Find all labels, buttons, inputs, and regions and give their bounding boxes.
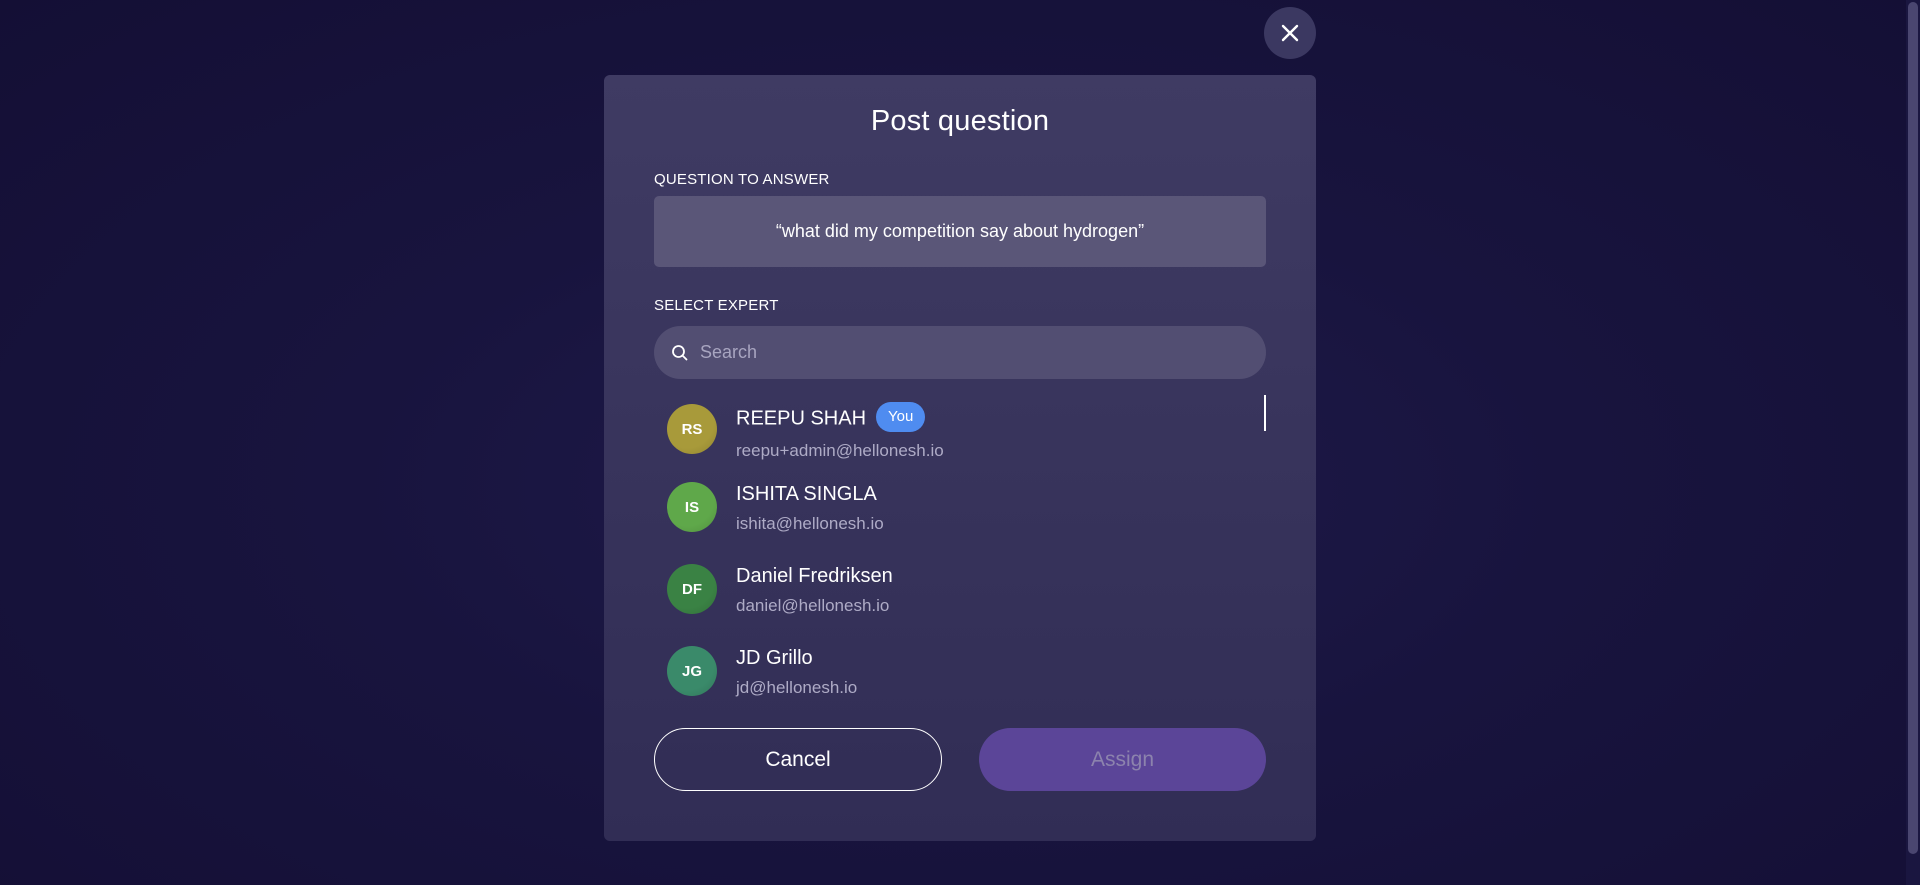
post-question-modal: Post question QUESTION TO ANSWER “what d…: [604, 75, 1316, 841]
expert-name: Daniel Fredriksen: [736, 565, 893, 587]
expert-email: reepu+admin@hellonesh.io: [736, 441, 944, 460]
search-icon: [670, 343, 690, 363]
expert-list[interactable]: RS REEPU SHAH You reepu+admin@hellonesh.i…: [654, 395, 1266, 697]
expert-name: JD Grillo: [736, 647, 813, 669]
expert-email: jd@hellonesh.io: [736, 678, 858, 697]
expert-item-ishita-singla[interactable]: IS ISHITA SINGLA ishita@hellonesh.io: [654, 477, 1254, 547]
expert-name: ISHITA SINGLA: [736, 483, 877, 505]
expert-email: daniel@hellonesh.io: [736, 596, 890, 615]
avatar: JG: [667, 646, 717, 696]
question-label: QUESTION TO ANSWER: [654, 171, 830, 188]
question-text: “what did my competition say about hydro…: [775, 221, 1145, 241]
expert-email: ishita@hellonesh.io: [736, 514, 884, 533]
expert-name: REEPU SHAH You: [736, 402, 926, 434]
modal-title: Post question: [870, 105, 1050, 137]
expert-search-box[interactable]: [654, 326, 1266, 379]
expert-item-reepu-shah[interactable]: RS REEPU SHAH You reepu+admin@hellonesh.i…: [654, 395, 1254, 465]
cancel-button[interactable]: Cancel: [654, 728, 942, 791]
close-button[interactable]: [1264, 7, 1316, 59]
close-icon: [1280, 23, 1300, 43]
avatar: RS: [667, 404, 717, 454]
question-text-box: “what did my competition say about hydro…: [654, 196, 1266, 267]
list-scroll-indicator: [1264, 395, 1266, 431]
assign-button[interactable]: Assign: [979, 728, 1266, 791]
avatar: DF: [667, 564, 717, 614]
you-badge: You: [876, 402, 926, 432]
select-expert-label: SELECT EXPERT: [654, 297, 779, 314]
avatar: IS: [667, 482, 717, 532]
page-scrollbar[interactable]: [1906, 0, 1920, 885]
scrollbar-thumb[interactable]: [1908, 2, 1918, 854]
expert-search-input[interactable]: [700, 332, 1240, 373]
expert-item-jd-grillo[interactable]: JG JD Grillo jd@hellonesh.io: [654, 641, 1254, 697]
expert-item-daniel-fredriksen[interactable]: DF Daniel Fredriksen daniel@hellonesh.io: [654, 559, 1254, 629]
